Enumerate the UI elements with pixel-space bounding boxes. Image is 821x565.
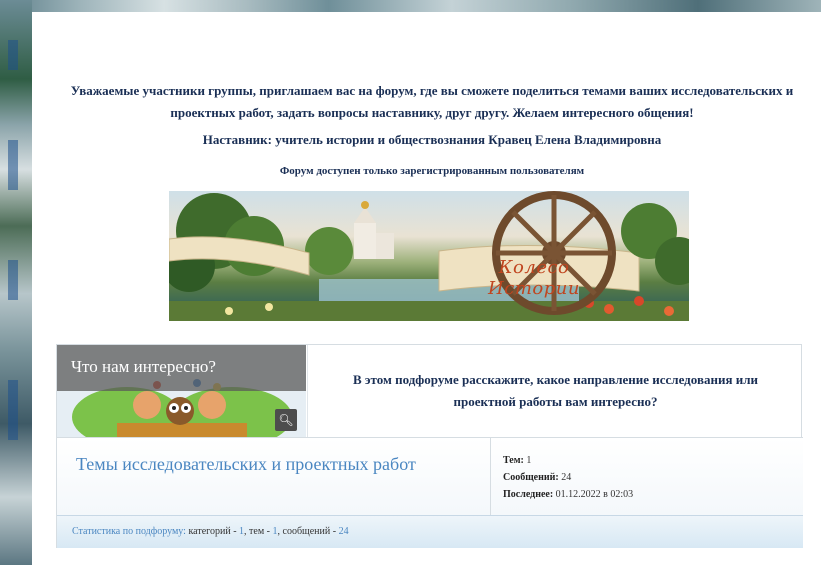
- stats-messages-text: , сообщений -: [277, 526, 337, 537]
- topic-stats: Тем: 1 Сообщений: 24 Последнее: 01.12.20…: [490, 438, 803, 515]
- topic-row: Темы исследовательских и проектных работ…: [57, 437, 803, 515]
- banner-illustration: [169, 191, 689, 321]
- background-photo-left: [0, 0, 32, 565]
- background-stripe: [8, 380, 18, 440]
- message-count-value: 24: [561, 472, 572, 483]
- forum-page: Уважаемые участники группы, приглашаем в…: [32, 12, 821, 565]
- background-stripe: [8, 260, 18, 300]
- category-description: В этом подфоруме расскажите, какое напра…: [307, 345, 803, 437]
- message-count-line: Сообщений: 24: [503, 469, 803, 486]
- stats-messages-value[interactable]: 24: [339, 526, 349, 537]
- registration-notice: Форум доступен только зарегистрированным…: [279, 165, 585, 177]
- category-title[interactable]: Что нам интересно?: [71, 357, 216, 377]
- topic-link[interactable]: Темы исследовательских и проектных работ: [76, 454, 416, 475]
- background-stripe: [8, 40, 18, 70]
- topic-count-line: Тем: 1: [503, 452, 803, 469]
- last-post-value: 01.12.2022 в 02:03: [555, 489, 634, 500]
- subforum-block: Что нам интересно? 🔍︎ В этом подфоруме р…: [56, 344, 803, 548]
- category-description-line-1: В этом подфоруме расскажите, какое напра…: [352, 372, 758, 387]
- category-description-line-2: проектной работы вам интересно?: [453, 394, 658, 409]
- intro-text: Уважаемые участники группы, приглашаем в…: [52, 80, 812, 124]
- topic-count-label: Тем:: [503, 455, 524, 466]
- search-icon[interactable]: 🔍︎: [275, 409, 297, 431]
- subforum-stats-bar: Статистика по подфоруму: категорий - 1, …: [57, 515, 803, 548]
- stats-categories-text: категорий -: [188, 526, 237, 537]
- intro-line-2: проектных работ, задать вопросы наставни…: [170, 105, 694, 120]
- message-count-label: Сообщений:: [503, 472, 559, 483]
- category-image[interactable]: Что нам интересно? 🔍︎: [57, 345, 306, 437]
- stats-label[interactable]: Статистика по подфоруму:: [72, 526, 186, 537]
- background-stripe: [8, 140, 18, 190]
- mentor-text: Наставник: учитель истории и обществозна…: [202, 132, 662, 147]
- banner-image: Колесо Истории: [169, 191, 689, 321]
- stats-topics-text: , тем -: [244, 526, 270, 537]
- topic-count-value: 1: [526, 455, 532, 466]
- last-post-label: Последнее:: [503, 489, 554, 500]
- last-post-line: Последнее: 01.12.2022 в 02:03: [503, 486, 803, 503]
- intro-line-1: Уважаемые участники группы, приглашаем в…: [70, 83, 794, 98]
- banner-title: Колесо Истории: [488, 257, 580, 299]
